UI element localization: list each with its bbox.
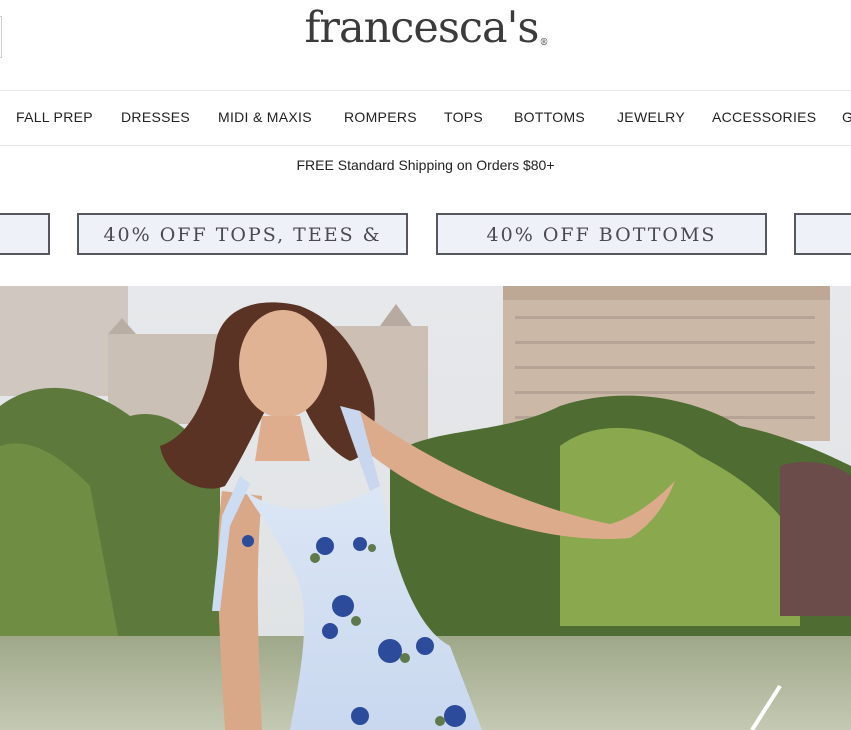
nav-item-accessories[interactable]: ACCESSORIES	[712, 90, 816, 145]
promo-banner-partial-left[interactable]	[0, 213, 50, 255]
nav-item-dresses[interactable]: DRESSES	[121, 90, 190, 145]
logo-text: francesca's	[304, 3, 539, 53]
promo-banner-partial-right[interactable]	[794, 213, 851, 255]
nav-item-partial[interactable]: G	[842, 90, 851, 145]
nav-item-bottoms[interactable]: BOTTOMS	[514, 90, 585, 145]
site-header: francesca's®	[0, 0, 851, 91]
promo-banner-bottoms[interactable]: 40% OFF BOTTOMS	[436, 213, 767, 255]
registered-mark: ®	[539, 38, 549, 48]
nav-item-fall-prep[interactable]: FALL PREP	[16, 90, 93, 145]
nav-item-rompers[interactable]: ROMPERS	[344, 90, 417, 145]
shipping-promo: FREE Standard Shipping on Orders $80+	[296, 157, 555, 173]
promo-banner-tops[interactable]: 40% OFF TOPS, TEES & MORE	[77, 213, 408, 255]
brand-logo[interactable]: francesca's®	[0, 4, 851, 52]
nav-item-tops[interactable]: TOPS	[444, 90, 483, 145]
main-navigation: FALL PREP DRESSES MIDI & MAXIS ROMPERS T…	[0, 90, 851, 146]
nav-item-midi-maxis[interactable]: MIDI & MAXIS	[218, 90, 312, 145]
hero-photo-woman-in-floral-dress	[0, 286, 851, 730]
hero-image[interactable]	[0, 286, 851, 730]
nav-item-jewelry[interactable]: JEWELRY	[617, 90, 685, 145]
